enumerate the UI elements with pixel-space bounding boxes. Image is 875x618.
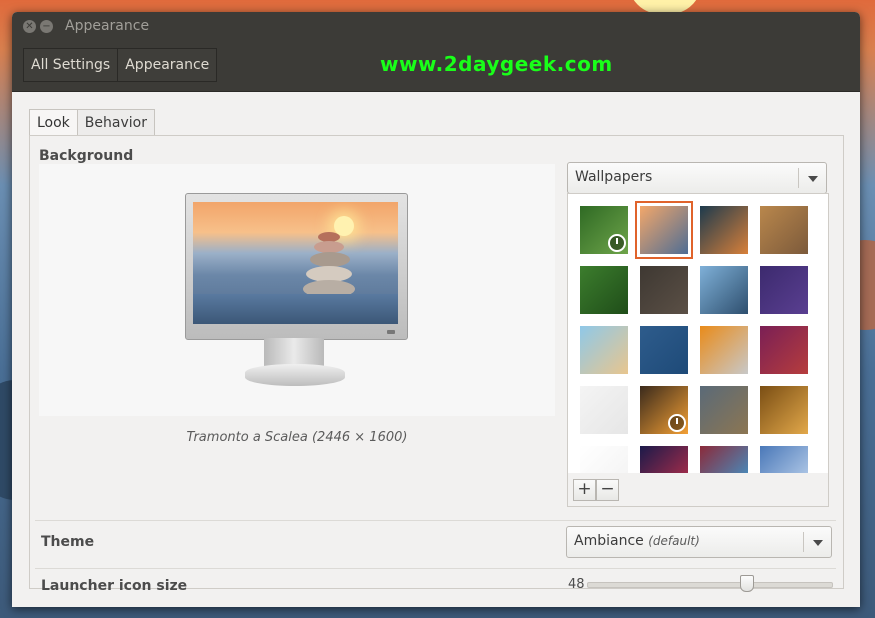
clock-icon [668, 414, 686, 432]
look-panel: Background Tramonto a Scalea (2446 × 160… [29, 135, 844, 594]
add-wallpaper-button[interactable]: + [573, 479, 596, 501]
launcher-icon-size-slider[interactable] [587, 582, 833, 588]
wallpaper-thumbnail-night-lights[interactable] [640, 446, 688, 474]
chevron-down-icon [813, 540, 823, 546]
wallpaper-source-select[interactable]: Wallpapers [567, 162, 827, 194]
tab-bar: Look Behavior [29, 109, 155, 137]
monitor-power-light [387, 330, 395, 334]
wallpaper-thumbnail-sunset-timed[interactable] [640, 386, 688, 434]
breadcrumb-all-settings[interactable]: All Settings [23, 48, 119, 82]
wallpaper-thumbnail-golden-grass[interactable] [760, 206, 808, 254]
wallpaper-thumbnail-record-player[interactable] [700, 446, 748, 474]
theme-select[interactable]: Ambiance (default) [566, 526, 832, 558]
divider [35, 520, 836, 521]
titlebar: ✕ − Appearance [12, 12, 860, 42]
select-separator [803, 532, 804, 552]
wallpaper-thumbnail-bench-road[interactable] [700, 386, 748, 434]
wallpaper-thumbnail-cracked-earth[interactable] [760, 386, 808, 434]
theme-label: Theme [41, 534, 95, 550]
appearance-window: ✕ − Appearance All Settings Appearance w… [12, 12, 860, 607]
wallpaper-thumbnail-tall-building[interactable] [580, 326, 628, 374]
wallpaper-source-value: Wallpapers [575, 169, 653, 185]
wallpaper-thumbnail-clover-leaves[interactable] [580, 266, 628, 314]
window-title: Appearance [65, 18, 150, 34]
background-label: Background [39, 148, 134, 164]
launcher-icon-size-value: 48 [568, 577, 585, 592]
breadcrumb: All Settings Appearance [23, 48, 218, 82]
wallpaper-thumbnail-blue-glow[interactable] [760, 446, 808, 474]
minimize-window-icon[interactable]: − [40, 20, 53, 33]
wallpaper-thumbnail-purple-texture[interactable] [760, 266, 808, 314]
launcher-icon-size-label: Launcher icon size [41, 578, 188, 594]
monitor-stand [264, 338, 324, 366]
stone [310, 252, 350, 267]
theme-value: Ambiance (default) [574, 533, 700, 549]
watermark-text: www.2daygeek.com [380, 52, 613, 76]
wallpaper-thumbnail-blue-water[interactable] [640, 326, 688, 374]
preview-screen [193, 202, 398, 324]
pebble-beach [193, 294, 398, 324]
toolbar: All Settings Appearance www.2daygeek.com [12, 42, 860, 92]
wallpaper-thumbnail-green-leaves-timed[interactable] [580, 206, 628, 254]
tab-look[interactable]: Look [29, 109, 78, 137]
wallpaper-thumbnail-palm-fronds[interactable] [700, 266, 748, 314]
wallpaper-caption: Tramonto a Scalea (2446 × 1600) [186, 430, 408, 445]
wallpaper-thumbnail-magenta-gradient[interactable] [760, 326, 808, 374]
breadcrumb-appearance[interactable]: Appearance [118, 48, 218, 82]
wallpaper-thumbnail-dark-brown-blur[interactable] [640, 266, 688, 314]
theme-value-suffix: (default) [648, 534, 700, 548]
close-window-icon[interactable]: ✕ [23, 20, 36, 33]
monitor-base [245, 364, 345, 386]
wallpaper-preview [39, 164, 555, 416]
wallpaper-thumbnail-orange-curve[interactable] [700, 326, 748, 374]
tab-behavior[interactable]: Behavior [77, 109, 155, 136]
slider-handle[interactable] [739, 575, 754, 592]
wallpaper-list-toolbar: + − [567, 473, 829, 507]
monitor-frame [185, 193, 408, 340]
clock-icon [608, 234, 626, 252]
wallpaper-thumbnail-blank-placeholder[interactable] [580, 446, 628, 474]
divider [35, 568, 836, 569]
wallpaper-grid [567, 193, 829, 475]
theme-value-name: Ambiance [574, 533, 644, 549]
select-separator [798, 168, 799, 188]
remove-wallpaper-button[interactable]: − [596, 479, 619, 501]
chevron-down-icon [808, 176, 818, 182]
wallpaper-thumbnail-spiky-orange-flower[interactable] [700, 206, 748, 254]
wallpaper-thumbnail-tramonto-a-scalea[interactable] [635, 201, 693, 259]
wallpaper-thumbnail-white-paper[interactable] [580, 386, 628, 434]
